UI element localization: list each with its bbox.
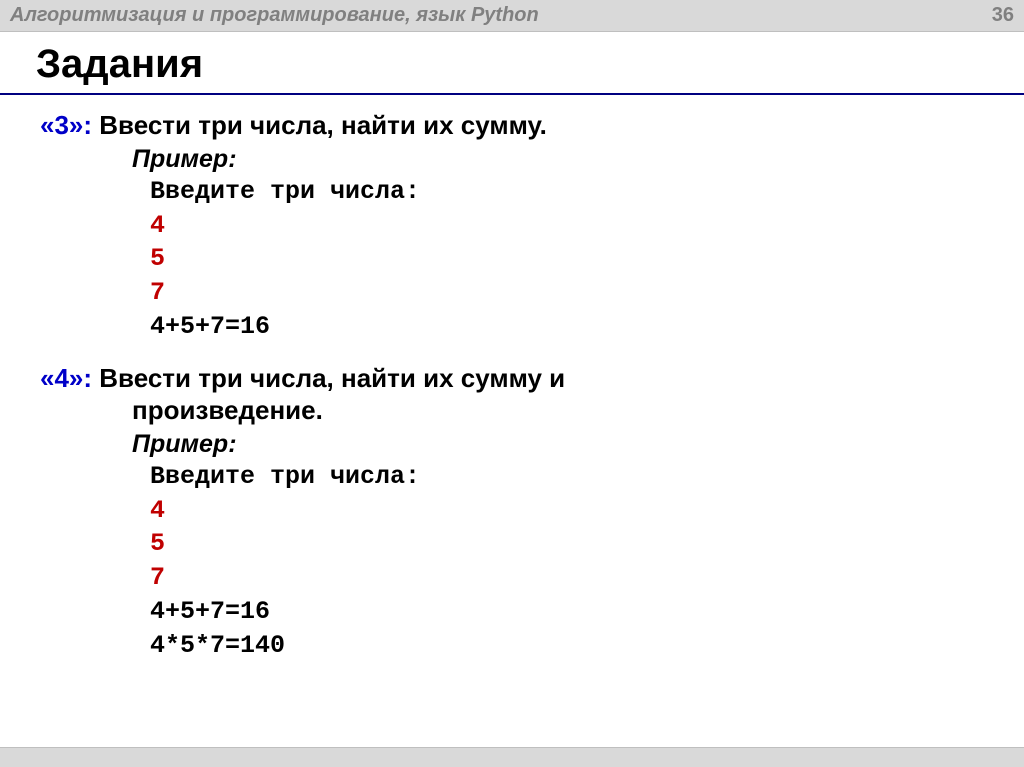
code-output: 4+5+7=16 xyxy=(150,595,984,629)
page-number: 36 xyxy=(992,4,1014,27)
task-heading: «3»: Ввести три числа, найти их сумму. xyxy=(40,109,984,142)
code-block: Введите три числа: 4 5 7 4+5+7=16 xyxy=(40,175,984,344)
code-input: 4 xyxy=(150,494,984,528)
code-block: Введите три числа: 4 5 7 4+5+7=16 4*5*7=… xyxy=(40,460,984,663)
grade-label: «3»: xyxy=(40,110,92,140)
slide-footer xyxy=(0,747,1024,767)
slide-header: Алгоритмизация и программирование, язык … xyxy=(0,0,1024,32)
task-text: Ввести три числа, найти их сумму и xyxy=(99,363,565,393)
code-output: 4*5*7=140 xyxy=(150,629,984,663)
example-label: Пример: xyxy=(40,429,984,460)
code-output: 4+5+7=16 xyxy=(150,310,984,344)
task-text: Ввести три числа, найти их сумму. xyxy=(99,110,547,140)
code-prompt: Введите три числа: xyxy=(150,460,984,494)
example-label: Пример: xyxy=(40,144,984,175)
code-input: 4 xyxy=(150,209,984,243)
header-title: Алгоритмизация и программирование, язык … xyxy=(10,4,539,27)
code-input: 7 xyxy=(150,276,984,310)
slide-title: Задания xyxy=(0,32,1024,95)
task-heading: «4»: Ввести три числа, найти их сумму и xyxy=(40,362,984,395)
code-input: 7 xyxy=(150,561,984,595)
code-input: 5 xyxy=(150,527,984,561)
task-text-cont: произведение. xyxy=(40,394,984,427)
content-area: «3»: Ввести три числа, найти их сумму. П… xyxy=(0,95,1024,662)
code-prompt: Введите три числа: xyxy=(150,175,984,209)
task-block: «3»: Ввести три числа, найти их сумму. П… xyxy=(40,109,984,344)
code-input: 5 xyxy=(150,242,984,276)
task-block: «4»: Ввести три числа, найти их сумму и … xyxy=(40,362,984,663)
grade-label: «4»: xyxy=(40,363,92,393)
